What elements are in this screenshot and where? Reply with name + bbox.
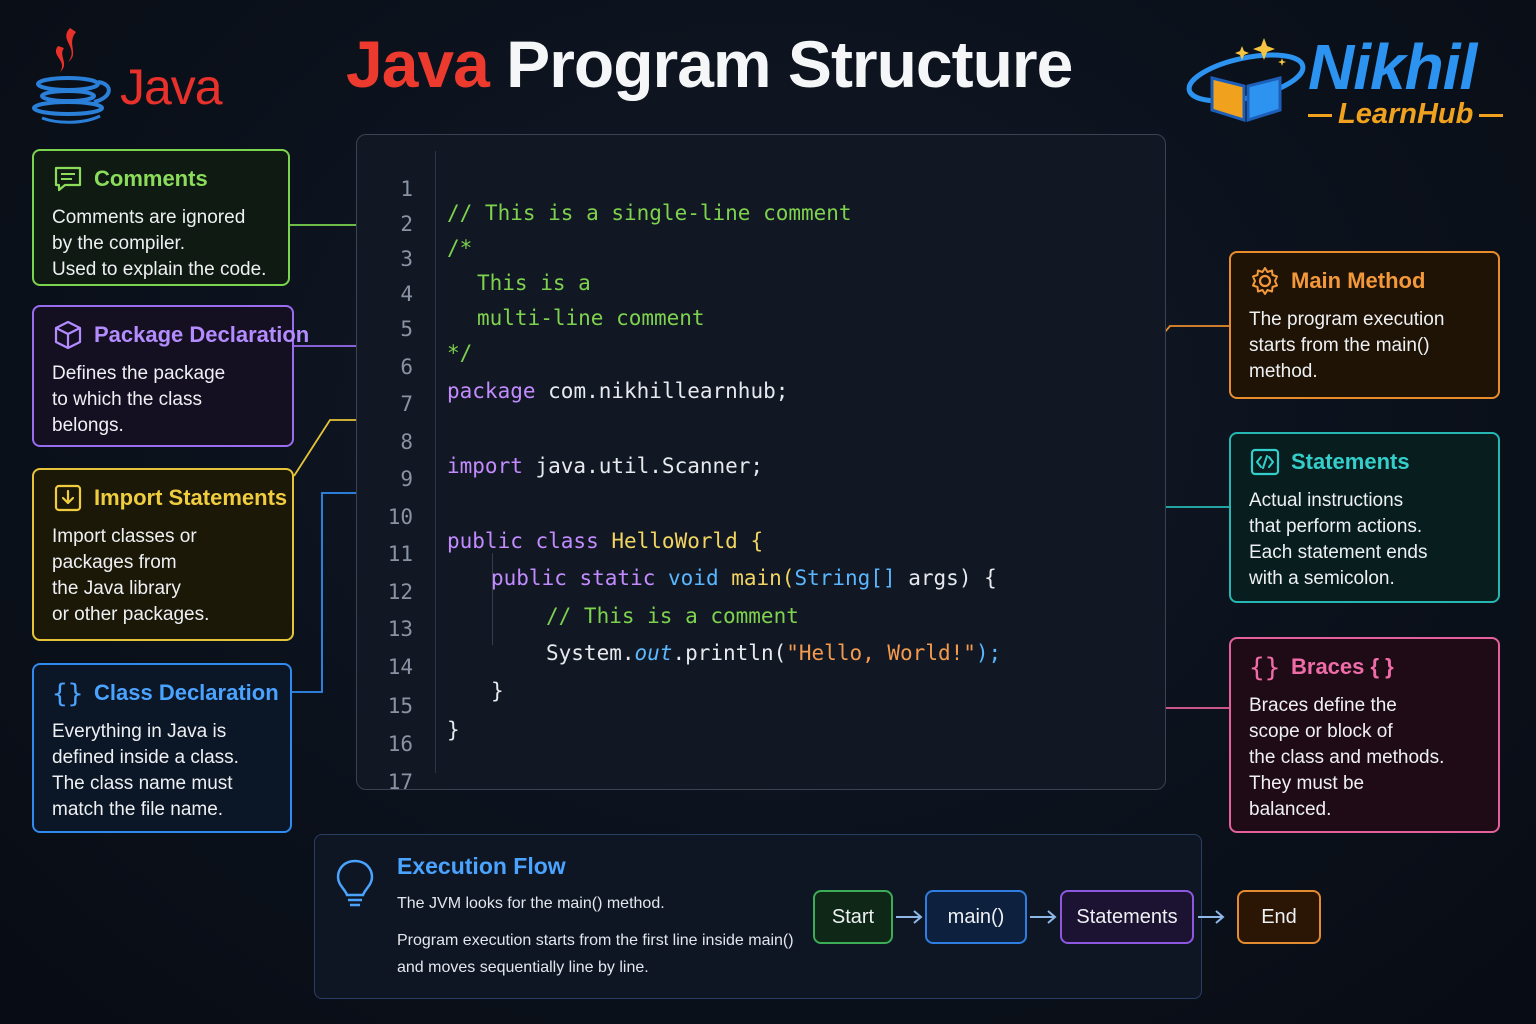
- main-method-card-title: Main Method: [1291, 268, 1426, 293]
- flow-step-start: Start: [813, 890, 893, 944]
- code-tag-icon: [1250, 448, 1280, 476]
- svg-text:{}: {}: [1249, 653, 1280, 683]
- code-line-3: 3 This is a: [357, 223, 1165, 295]
- code-line-15: 15 }: [357, 670, 1165, 742]
- import-card: Import Statements Import classes or pack…: [32, 468, 294, 641]
- code-line-5: 5 */: [357, 293, 1165, 365]
- class-card: {} Class Declaration Everything in Java …: [32, 663, 292, 833]
- code-line-14: 14 }: [357, 631, 1165, 703]
- execution-flow-panel: Execution Flow The JVM looks for the mai…: [314, 834, 1321, 999]
- braces-card-title: Braces { }: [1291, 654, 1394, 679]
- statements-card: Statements Actual instructions that perf…: [1229, 432, 1500, 603]
- braces-icon: {}: [52, 679, 83, 709]
- code-line-8: 8 import java.util.Scanner;: [357, 406, 1165, 478]
- comments-card-title: Comments: [94, 166, 208, 191]
- code-line-1: 1 // This is a single-line comment: [357, 153, 1165, 225]
- flow-step-statements: Statements: [1060, 890, 1194, 944]
- execution-flow-text-1: The JVM looks for the main() method.: [397, 895, 665, 912]
- comment-icon: [54, 166, 82, 192]
- execution-flow-title: Execution Flow: [397, 853, 566, 879]
- braces-card-body: Braces define the scope or block of the …: [1249, 695, 1445, 820]
- arrow-right-icon: [1030, 910, 1057, 924]
- statements-card-title: Statements: [1291, 449, 1410, 474]
- main-method-card: Main Method The program execution starts…: [1229, 251, 1500, 399]
- code-line-4: 4 multi-line comment: [357, 258, 1165, 330]
- import-card-title: Import Statements: [94, 485, 288, 510]
- comments-card: Comments Comments are ignored by the com…: [32, 149, 290, 286]
- code-line-11: 11 public static void main(String[] args…: [357, 518, 1165, 590]
- package-cube-icon: [54, 320, 82, 350]
- svg-text:{}: {}: [52, 679, 83, 709]
- code-line-7: 7: [357, 368, 1165, 416]
- import-arrow-icon: [54, 484, 82, 512]
- main-method-card-body: The program execution starts from the ma…: [1249, 309, 1445, 382]
- code-line-2: 2 /*: [357, 188, 1165, 260]
- code-editor-panel: 1 // This is a single-line comment 2 /* …: [356, 134, 1166, 794]
- class-card-body: Everything in Java is defined inside a c…: [52, 721, 239, 820]
- flow-step-end: End: [1237, 890, 1321, 944]
- code-line-10: 10 public class HelloWorld {: [357, 481, 1165, 553]
- lightbulb-icon: [336, 859, 374, 907]
- execution-flow-text-2: Program execution starts from the first …: [397, 932, 794, 976]
- code-line-13: 13 System.out.println("Hello, World!");: [357, 593, 1165, 665]
- package-card-body: Defines the package to which the class b…: [52, 363, 226, 436]
- code-line-9: 9: [357, 443, 1165, 491]
- line-number: 17: [387, 770, 413, 794]
- arrow-right-icon: [896, 910, 923, 924]
- gear-icon: [1252, 267, 1278, 295]
- code-line-6: 6 package com.nikhillearnhub;: [357, 331, 1165, 403]
- code-line-17: 17: [357, 746, 1165, 794]
- package-card-title: Package Declaration: [94, 322, 310, 347]
- arrow-right-icon: [1198, 910, 1225, 924]
- package-card: Package Declaration Defines the package …: [32, 305, 309, 447]
- braces-card: {} Braces { } Braces define the scope or…: [1229, 637, 1500, 833]
- code-line-16: 16: [357, 708, 1165, 756]
- code-line-12: 12 // This is a comment: [357, 556, 1165, 628]
- class-card-title: Class Declaration: [94, 680, 279, 705]
- flow-step-main: main(): [925, 890, 1027, 944]
- statements-card-body: Actual instructions that perform actions…: [1249, 490, 1428, 589]
- comments-card-body: Comments are ignored by the compiler. Us…: [52, 207, 267, 280]
- import-card-body: Import classes or packages from the Java…: [52, 526, 210, 625]
- braces-icon: {}: [1249, 653, 1280, 683]
